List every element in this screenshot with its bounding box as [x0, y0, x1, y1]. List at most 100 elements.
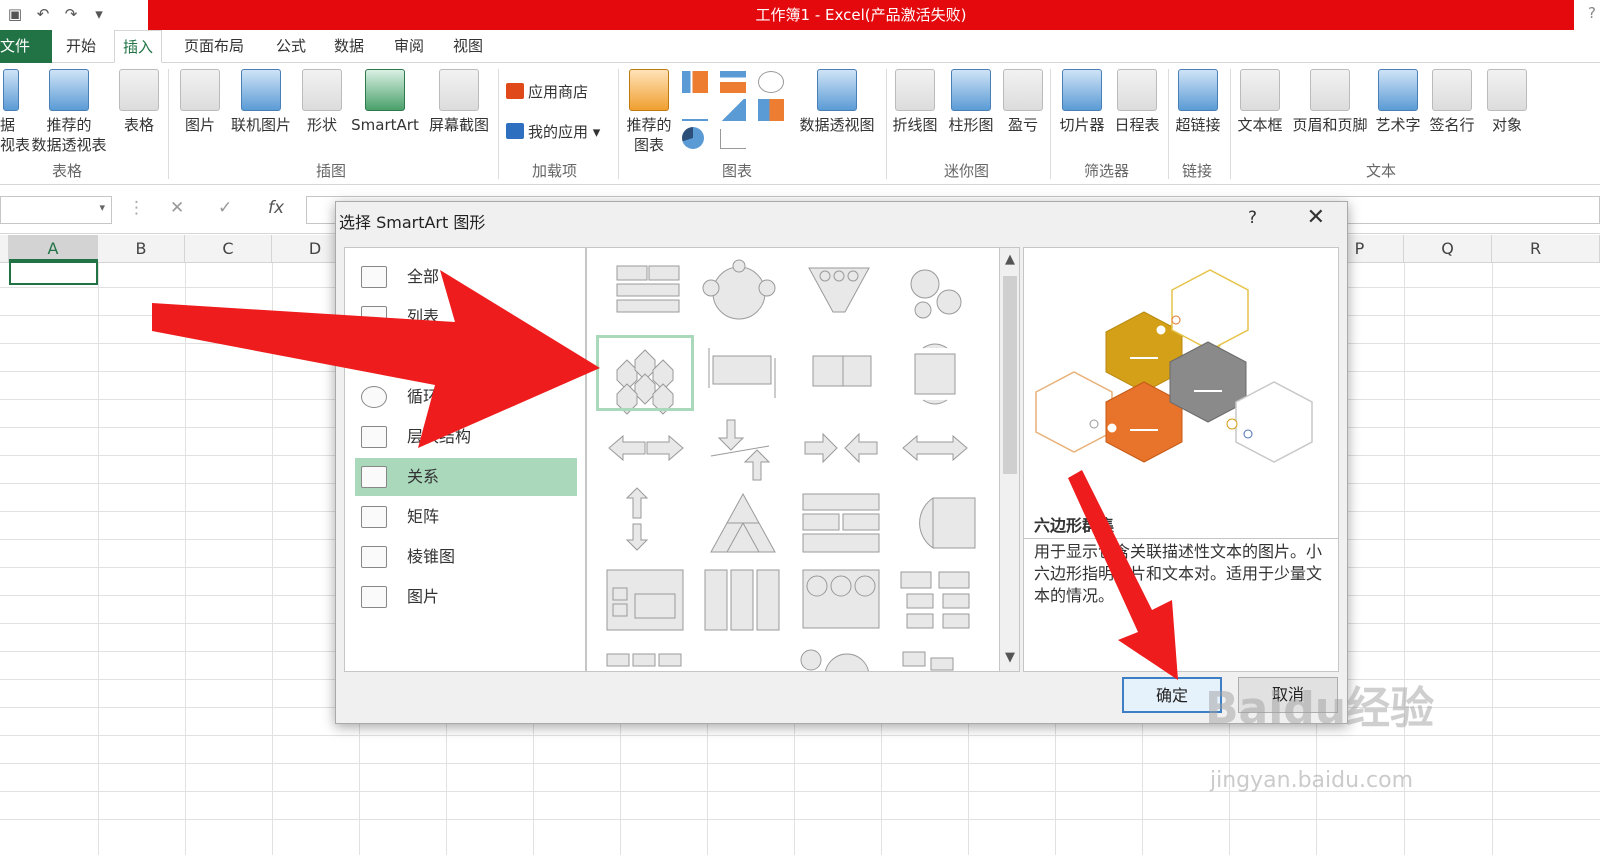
window-title: 工作簿1 - Excel(产品激活失败)	[148, 0, 1574, 30]
select-all-corner[interactable]	[0, 235, 9, 263]
category-all[interactable]: 全部	[355, 258, 577, 296]
active-cell-a1[interactable]	[9, 259, 98, 285]
layout-thumbnail[interactable]	[804, 432, 878, 464]
layout-thumbnail[interactable]	[616, 265, 680, 313]
layout-thumbnail[interactable]	[902, 651, 954, 671]
enter-icon[interactable]: ✓	[218, 198, 232, 218]
layout-thumbnail[interactable]	[708, 348, 776, 398]
layout-thumbnail[interactable]	[919, 497, 976, 549]
smartart-button[interactable]: SmartArt	[348, 69, 422, 135]
layout-thumbnail[interactable]	[914, 343, 956, 405]
header-footer-button[interactable]: 页眉和页脚	[1288, 69, 1372, 135]
tab-page-layout[interactable]: 页面布局	[176, 30, 252, 63]
category-picture[interactable]: 图片	[355, 578, 577, 616]
area-chart-icon[interactable]	[720, 99, 746, 121]
group-addins-label: 加载项	[532, 162, 578, 180]
layout-thumbnail[interactable]	[808, 267, 870, 313]
category-hierarchy[interactable]: 层次结构	[355, 418, 577, 456]
signature-line-button[interactable]: 签名行	[1426, 69, 1478, 135]
tab-review[interactable]: 审阅	[386, 30, 432, 63]
scroll-down-icon[interactable]: ▼	[1000, 650, 1020, 665]
column-chart-icon[interactable]	[682, 71, 708, 93]
gallery-scrollbar[interactable]: ▲ ▼	[1000, 247, 1020, 672]
object-button[interactable]: 对象	[1482, 69, 1532, 135]
save-icon[interactable]: ▣	[4, 3, 26, 25]
layout-thumbnail[interactable]	[710, 419, 771, 481]
group-separator	[1168, 69, 1169, 179]
cancel-icon[interactable]: ✕	[170, 198, 184, 218]
category-cycle[interactable]: 循环	[355, 378, 577, 416]
insert-function-icon[interactable]: fx	[268, 198, 284, 218]
layout-thumbnail[interactable]	[606, 569, 684, 631]
timeline-button[interactable]: 日程表	[1110, 69, 1164, 135]
pie-chart-icon[interactable]	[682, 127, 704, 149]
undo-icon[interactable]: ↶	[32, 3, 54, 25]
textbox-button[interactable]: 文本框	[1234, 69, 1286, 135]
store-button[interactable]: 应用商店	[506, 81, 588, 103]
slicer-button[interactable]: 切片器	[1056, 69, 1108, 135]
pivot-chart-button[interactable]: 数据透视图	[792, 69, 882, 135]
table-button[interactable]: 表格	[116, 69, 162, 135]
category-list-item[interactable]: 列表	[355, 298, 577, 336]
layout-thumbnail[interactable]	[704, 569, 780, 631]
tab-home[interactable]: 开始	[58, 30, 104, 63]
layout-thumbnail[interactable]	[902, 434, 968, 462]
tab-insert[interactable]: 插入	[114, 30, 163, 63]
line-sparkline-button[interactable]: 折线图	[888, 69, 942, 135]
column-sparkline-button[interactable]: 柱形图	[944, 69, 998, 135]
tab-data[interactable]: 数据	[326, 30, 372, 63]
dialog-help-icon[interactable]: ?	[1248, 208, 1257, 228]
chart-types-gallery[interactable]	[680, 71, 790, 153]
category-process[interactable]: 流程	[355, 338, 577, 376]
connector-dot	[1155, 324, 1167, 336]
selected-layout-frame[interactable]	[596, 335, 694, 411]
layout-thumbnail[interactable]	[608, 434, 684, 462]
category-matrix[interactable]: 矩阵	[355, 498, 577, 536]
layout-thumbnail[interactable]	[802, 493, 880, 553]
column-header-c[interactable]: C	[185, 235, 272, 263]
redo-icon[interactable]: ↷	[60, 3, 82, 25]
online-picture-button[interactable]: 联机图片	[226, 69, 296, 135]
scroll-up-icon[interactable]: ▲	[1000, 252, 1020, 267]
column-header-b[interactable]: B	[98, 235, 185, 263]
help-icon[interactable]: ?	[1588, 4, 1596, 22]
picture-button[interactable]: 图片	[178, 69, 222, 135]
wordart-button[interactable]: 艺术字	[1372, 69, 1424, 135]
layout-thumbnail[interactable]	[710, 492, 776, 553]
column-header-r[interactable]: R	[1492, 235, 1600, 263]
layout-thumbnail[interactable]	[625, 487, 649, 551]
shapes-button[interactable]: 形状	[300, 69, 344, 135]
scatter-chart-icon[interactable]	[720, 129, 746, 149]
pivot-table-button[interactable]: 据 视表	[0, 69, 30, 155]
winloss-sparkline-button[interactable]: 盈亏	[1000, 69, 1046, 135]
layout-thumbnail[interactable]	[900, 571, 970, 629]
line-chart-icon[interactable]	[682, 99, 708, 121]
column-header-q[interactable]: Q	[1404, 235, 1492, 263]
layout-thumbnail[interactable]	[910, 269, 962, 319]
group-separator	[1050, 69, 1051, 179]
hyperlink-button[interactable]: 超链接	[1170, 69, 1226, 135]
radar-chart-icon[interactable]	[758, 71, 784, 93]
tab-view[interactable]: 视图	[445, 30, 491, 63]
formula-bar-grip-icon: ⋮	[128, 198, 145, 218]
layout-thumbnail[interactable]	[802, 569, 880, 629]
bar-chart-icon[interactable]	[720, 71, 746, 93]
layout-thumbnail[interactable]	[702, 259, 776, 320]
my-apps-button[interactable]: 我的应用 ▾	[506, 121, 600, 143]
name-box-dropdown-icon[interactable]: ▾	[99, 201, 105, 214]
category-pyramid[interactable]: 棱锥图	[355, 538, 577, 576]
layout-thumbnail[interactable]	[606, 653, 682, 667]
name-box[interactable]: ▾	[0, 196, 112, 224]
scrollbar-thumb[interactable]	[1003, 276, 1017, 474]
category-relationship[interactable]: 关系	[355, 458, 577, 496]
customize-qat-icon[interactable]: ▾	[88, 3, 110, 25]
dialog-close-icon[interactable]: ✕	[1307, 205, 1325, 230]
layout-thumbnail[interactable]	[812, 355, 872, 387]
recommended-pivot-button[interactable]: 推荐的 数据透视表	[26, 69, 112, 155]
recommended-charts-button[interactable]: 推荐的 图表	[622, 69, 676, 155]
tab-formulas[interactable]: 公式	[268, 30, 314, 63]
combo-chart-icon[interactable]	[758, 99, 784, 121]
layout-thumbnail[interactable]	[800, 649, 869, 672]
screenshot-button[interactable]: 屏幕截图	[424, 69, 494, 135]
tab-file[interactable]: 文件	[0, 30, 52, 63]
